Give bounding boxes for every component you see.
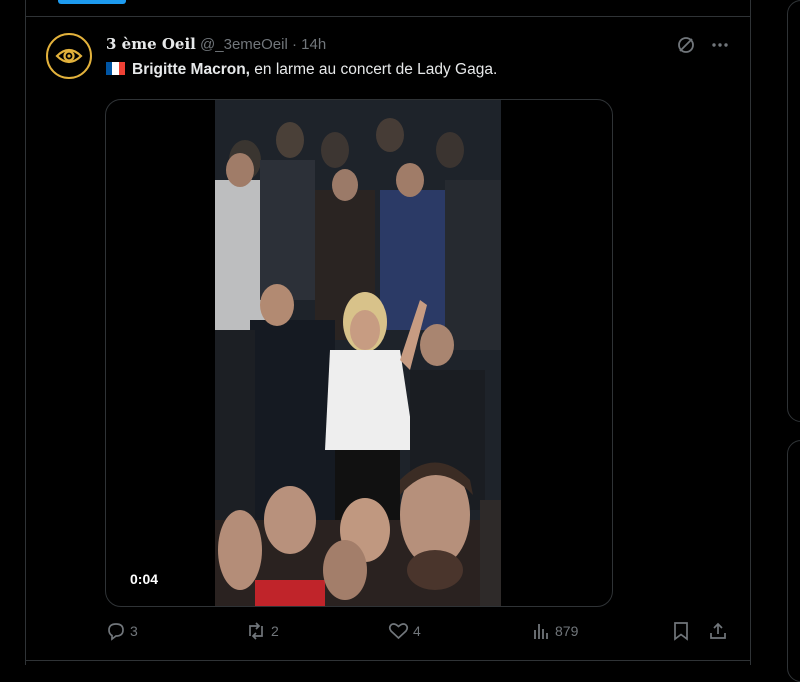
author-name[interactable]: 3 ème Oeil xyxy=(106,35,196,53)
like-icon xyxy=(388,623,409,640)
france-flag-icon xyxy=(106,62,125,75)
tweet-actions: 3 2 4 879 xyxy=(106,621,726,645)
tweet[interactable]: 3 ème Oeil @_3emeOeil · 14h Brigitte Mac… xyxy=(26,17,750,665)
tweet-header: 3 ème Oeil @_3emeOeil · 14h xyxy=(106,35,326,53)
like-button[interactable]: 4 xyxy=(388,621,421,641)
reply-icon xyxy=(108,623,124,641)
timeline-right-border xyxy=(750,0,751,665)
video-player[interactable]: 0:04 xyxy=(105,99,613,607)
tab-indicator xyxy=(58,0,126,4)
repost-button[interactable]: 2 xyxy=(245,621,279,641)
like-count: 4 xyxy=(413,623,421,639)
left-gutter xyxy=(0,0,25,665)
bookmark-icon xyxy=(674,622,688,641)
share-icon xyxy=(710,622,726,639)
share-button[interactable] xyxy=(708,621,728,641)
views-button[interactable]: 879 xyxy=(531,621,578,641)
separator: · xyxy=(291,36,297,53)
tweet-time[interactable]: 14h xyxy=(301,36,326,53)
repost-icon xyxy=(249,622,263,640)
author-handle[interactable]: @_3emeOeil xyxy=(200,36,288,53)
tweet-text-bold: Brigitte Macron, xyxy=(132,61,250,78)
tweet-text: Brigitte Macron, en larme au concert de … xyxy=(106,61,497,79)
views-count: 879 xyxy=(555,623,579,639)
video-frame[interactable] xyxy=(215,100,501,606)
sidebar-card xyxy=(787,0,800,422)
video-timestamp: 0:04 xyxy=(130,571,159,587)
avatar[interactable] xyxy=(46,33,92,79)
repost-count: 2 xyxy=(271,623,279,639)
grok-icon[interactable] xyxy=(676,35,696,60)
sidebar-card xyxy=(787,440,800,682)
views-icon xyxy=(534,624,548,639)
reply-button[interactable]: 3 xyxy=(106,621,138,641)
eye-icon xyxy=(55,48,83,64)
more-icon[interactable] xyxy=(710,35,730,60)
tweet-text-rest: en larme au concert de Lady Gaga. xyxy=(249,61,498,78)
tweet-header-actions xyxy=(676,35,730,60)
video-thumbnail xyxy=(215,100,501,606)
bookmark-button[interactable] xyxy=(672,621,690,641)
divider xyxy=(25,660,751,661)
reply-count: 3 xyxy=(130,623,138,639)
